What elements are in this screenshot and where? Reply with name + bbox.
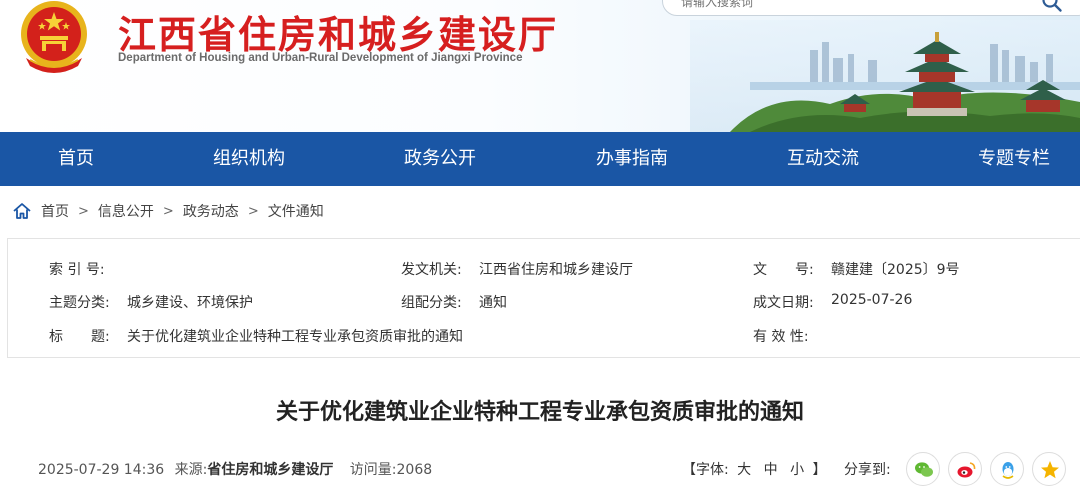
source-label: 来源:	[174, 462, 208, 478]
share-weibo-button[interactable]	[948, 452, 982, 486]
publish-datetime: 2025-07-29 14:36	[38, 462, 165, 478]
share-qq-button[interactable]	[990, 452, 1024, 486]
nav-item-home[interactable]: 首页	[58, 132, 94, 186]
font-size-medium-button[interactable]: 中	[764, 462, 778, 478]
article-info: 2025-07-29 14:36 来源:省住房和城乡建设厅 访问量:2068	[38, 459, 432, 479]
search-box[interactable]	[662, 0, 1080, 16]
views-label: 访问量:	[349, 462, 397, 478]
written-date-value: 2025-07-26	[831, 292, 913, 308]
validity-label: 有 效 性:	[753, 329, 809, 345]
category-label: 组配分类:	[401, 295, 462, 311]
document-meta-table: 索 引 号: 发文机关: 江西省住房和城乡建设厅 文 号: 赣建建〔2025〕9…	[7, 238, 1080, 358]
breadcrumb-separator: >	[162, 203, 174, 219]
font-size-control: 【字体: 大 中 小 】	[682, 459, 827, 479]
font-size-label: 【字体:	[682, 462, 729, 478]
views-value: 2068	[396, 462, 433, 478]
share-label: 分享到:	[844, 462, 891, 478]
source-value: 省住房和城乡建设厅	[207, 462, 334, 478]
title-label: 标 题:	[49, 329, 110, 345]
breadcrumb-separator: >	[247, 203, 259, 219]
search-icon[interactable]	[1041, 0, 1063, 13]
qq-icon	[1002, 462, 1014, 479]
issuer-label: 发文机关:	[401, 262, 462, 278]
site-header: 江西省住房和城乡建设厅 Department of Housing and Ur…	[0, 0, 1080, 132]
breadcrumb-info-disclosure[interactable]: 信息公开	[98, 201, 154, 221]
category-value: 通知	[479, 295, 507, 311]
document-number-label: 文 号:	[753, 262, 814, 278]
breadcrumb: 首页 > 信息公开 > 政务动态 > 文件通知	[12, 198, 324, 224]
topic-label: 主题分类:	[49, 295, 110, 311]
national-emblem-icon	[21, 1, 87, 73]
font-size-close-bracket: 】	[812, 462, 827, 478]
nav-item-service-guide[interactable]: 办事指南	[596, 132, 668, 186]
site-title: 江西省住房和城乡建设厅	[118, 13, 559, 57]
document-number-value: 赣建建〔2025〕9号	[831, 262, 960, 278]
issuer-value: 江西省住房和城乡建设厅	[479, 262, 633, 278]
title-value: 关于优化建筑业企业特种工程专业承包资质审批的通知	[127, 329, 463, 345]
index-number-label: 索 引 号:	[49, 262, 105, 278]
share-qzone-button[interactable]	[1032, 452, 1066, 486]
breadcrumb-home[interactable]: 首页	[41, 201, 69, 221]
search-input[interactable]	[681, 0, 1041, 11]
weibo-icon	[957, 462, 976, 478]
topic-value: 城乡建设、环境保护	[127, 295, 253, 311]
share-wechat-button[interactable]	[906, 452, 940, 486]
nav-item-government-affairs[interactable]: 政务公开	[404, 132, 476, 186]
breadcrumb-government-news[interactable]: 政务动态	[183, 201, 239, 221]
written-date-label: 成文日期:	[753, 295, 814, 311]
font-size-large-button[interactable]: 大	[737, 462, 751, 478]
nav-item-special-topics[interactable]: 专题专栏	[978, 132, 1050, 186]
breadcrumb-file-notice[interactable]: 文件通知	[268, 201, 324, 221]
home-icon[interactable]	[12, 201, 32, 221]
wechat-icon	[915, 462, 933, 477]
font-size-small-button[interactable]: 小	[790, 462, 804, 478]
nav-item-interaction[interactable]: 互动交流	[787, 132, 859, 186]
site-subtitle: Department of Housing and Urban-Rural De…	[118, 52, 523, 64]
article-title: 关于优化建筑业企业特种工程专业承包资质审批的通知	[275, 400, 804, 425]
pavilion-scenery-image	[690, 20, 1080, 132]
nav-item-organization[interactable]: 组织机构	[213, 132, 285, 186]
breadcrumb-separator: >	[78, 203, 89, 219]
qzone-icon	[1041, 461, 1059, 479]
main-nav: 首页 组织机构 政务公开 办事指南 互动交流 专题专栏	[0, 132, 1080, 186]
